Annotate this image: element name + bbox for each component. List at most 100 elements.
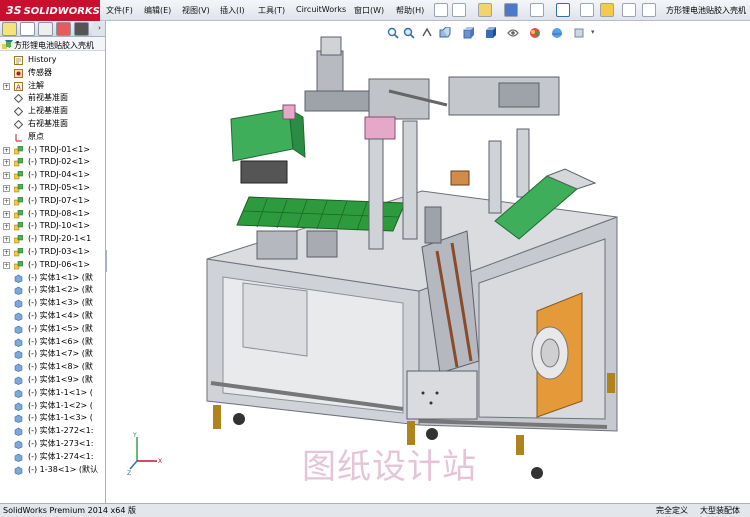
undo-icon[interactable] [556, 3, 570, 17]
tree-item[interactable]: 前视基准面 [0, 92, 105, 105]
tab-dimxpert[interactable] [56, 22, 71, 36]
tree-item[interactable]: + (-) TRDJ-10<1> [0, 220, 105, 233]
assembly-icon [13, 170, 24, 180]
menu-tools[interactable]: 工具(T) [258, 5, 285, 16]
coordinate-triad-icon: Y X Z [127, 432, 162, 476]
expand-toggle-icon[interactable]: + [3, 82, 10, 90]
tree-item-label: (-) TRDJ-05<1> [28, 182, 90, 192]
assembly-icon [13, 158, 24, 167]
menu-window[interactable]: 窗口(W) [354, 5, 384, 16]
open-folder-icon[interactable] [478, 3, 492, 17]
tree-item[interactable]: (-) 实体1-273<1: [0, 438, 105, 451]
assembly-icon [13, 183, 24, 193]
expand-toggle-icon[interactable]: + [3, 184, 10, 192]
tree-item[interactable]: (-) 实体1-272<1: [0, 425, 105, 438]
menu-file[interactable]: 文件(F) [106, 5, 133, 16]
tree-item[interactable]: 右视基准面 [0, 118, 105, 131]
tree-item[interactable]: (-) 实体1<9> (默 [0, 374, 105, 387]
print-icon[interactable] [530, 3, 544, 17]
assembly-icon [13, 234, 24, 244]
solidworks-logo[interactable]: 3S SOLIDWORKS [0, 0, 100, 21]
graphics-area[interactable]: ▾ Y X Z 图纸设计站 [107, 21, 750, 503]
tree-item[interactable]: + (-) TRDJ-01<1> [0, 144, 105, 157]
pin-icon[interactable] [434, 3, 448, 17]
menu-circuitworks[interactable]: CircuitWorks [296, 5, 346, 14]
select-pointer-icon[interactable] [580, 3, 594, 17]
pane-tabs: › [0, 21, 105, 37]
file-properties-icon[interactable] [622, 3, 636, 17]
menu-edit[interactable]: 编辑(E) [144, 5, 171, 16]
tree-item-label: (-) 实体1<6> (默 [28, 336, 93, 346]
tree-item[interactable]: (-) 实体1<6> (默 [0, 336, 105, 349]
expand-toggle-icon[interactable]: + [3, 172, 10, 180]
tree-item[interactable]: 上视基准面 [0, 105, 105, 118]
menu-view[interactable]: 视图(V) [182, 5, 210, 16]
tree-item-label: 右视基准面 [28, 118, 68, 128]
options-icon[interactable] [642, 3, 656, 17]
sensor-icon [14, 68, 23, 78]
save-icon[interactable] [504, 3, 518, 17]
expand-toggle-icon[interactable]: + [3, 197, 10, 205]
tree-item-label: (-) TRDJ-03<1> [28, 246, 90, 256]
expand-toggle-icon[interactable]: + [3, 159, 10, 167]
tree-item[interactable]: 传感器 [0, 67, 105, 80]
tree-item[interactable]: History [0, 54, 105, 67]
part-icon [14, 363, 23, 372]
tree-item[interactable]: (-) 实体1-1<1> ( [0, 387, 105, 400]
tree-root[interactable]: 方形锂电池贴胶入壳机 [0, 40, 105, 54]
tree-item-label: (-) TRDJ-02<1> [28, 157, 90, 167]
tree-item[interactable]: (-) 实体1-1<2> ( [0, 400, 105, 413]
tree-item-label: (-) TRDJ-20-1<1 [28, 234, 92, 244]
new-document-icon[interactable] [452, 3, 466, 17]
tree-item[interactable]: 原点 [0, 131, 105, 144]
tree-item-label: (-) 实体1-272<1: [28, 426, 94, 436]
tree-item-label: 传感器 [28, 67, 52, 77]
plane-icon [13, 94, 24, 104]
tab-scroll-right-icon[interactable]: › [92, 22, 105, 36]
tab-display-manager[interactable] [74, 22, 89, 36]
tree-item-label: (-) TRDJ-06<1> [28, 259, 90, 269]
tree-item[interactable]: (-) 实体1<8> (默 [0, 361, 105, 374]
tree-item[interactable]: (-) 实体1-274<1: [0, 451, 105, 464]
tab-featuremanager[interactable] [2, 22, 17, 36]
part-icon [14, 440, 23, 449]
feature-tree: 方形锂电池贴胶入壳机 History 传感器 + A 注解 前视基准面 上视基准面 右视基准面… [0, 41, 105, 477]
tab-configurationmanager[interactable] [38, 22, 53, 36]
tree-item[interactable]: (-) 实体1<4> (默 [0, 310, 105, 323]
tree-item[interactable]: + (-) TRDJ-02<1> [0, 156, 105, 169]
tree-item[interactable]: + (-) TRDJ-03<1> [0, 246, 105, 259]
expand-toggle-icon[interactable]: + [3, 236, 10, 244]
tab-propertymanager[interactable] [20, 22, 35, 36]
ds-logo-icon: 3S [6, 4, 22, 17]
tree-item[interactable]: + (-) TRDJ-08<1> [0, 208, 105, 221]
expand-toggle-icon[interactable]: + [3, 248, 10, 256]
tree-item[interactable]: + (-) TRDJ-04<1> [0, 169, 105, 182]
menu-insert[interactable]: 插入(I) [220, 5, 245, 16]
tree-item-label: (-) 实体1<4> (默 [28, 310, 93, 320]
tree-item-label: (-) 实体1<9> (默 [28, 374, 93, 384]
tree-item[interactable]: (-) 实体1<3> (默 [0, 297, 105, 310]
status-product: SolidWorks Premium 2014 x64 版 [3, 506, 136, 515]
tree-item[interactable]: (-) 1-38<1> (默认 [0, 464, 105, 477]
logo-text: SOLIDWORKS [23, 6, 100, 17]
svg-text:A: A [16, 83, 21, 91]
tree-item-label: (-) 实体1<5> (默 [28, 323, 93, 333]
expand-toggle-icon[interactable]: + [3, 223, 10, 231]
tree-item[interactable]: + (-) TRDJ-07<1> [0, 195, 105, 208]
tree-item[interactable]: (-) 实体1<5> (默 [0, 323, 105, 336]
tree-item[interactable]: + (-) TRDJ-06<1> [0, 259, 105, 272]
expand-toggle-icon[interactable]: + [3, 146, 10, 154]
part-icon [14, 312, 23, 321]
tree-item[interactable]: + (-) TRDJ-20-1<1 [0, 233, 105, 246]
tree-item[interactable]: (-) 实体1<1> (默 [0, 272, 105, 285]
part-icon [14, 350, 23, 360]
expand-toggle-icon[interactable]: + [3, 210, 10, 218]
menu-help[interactable]: 帮助(H) [396, 5, 424, 16]
tree-item[interactable]: (-) 实体1-1<3> ( [0, 412, 105, 425]
expand-toggle-icon[interactable]: + [3, 261, 10, 269]
tree-item[interactable]: (-) 实体1<7> (默 [0, 348, 105, 361]
tree-item[interactable]: (-) 实体1<2> (默 [0, 284, 105, 297]
rebuild-icon[interactable] [600, 3, 614, 17]
tree-item[interactable]: + (-) TRDJ-05<1> [0, 182, 105, 195]
tree-item[interactable]: + A 注解 [0, 80, 105, 93]
